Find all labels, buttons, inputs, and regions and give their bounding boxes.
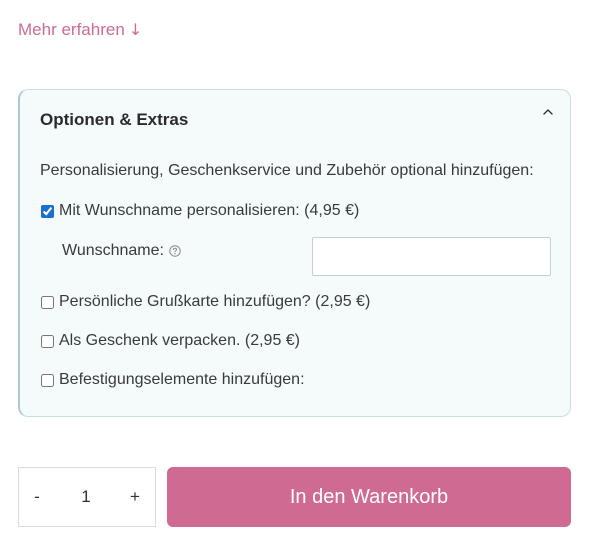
more-info-link[interactable]: Mehr erfahren ↓ bbox=[18, 19, 142, 41]
option-gift-wrap[interactable]: Als Geschenk verpacken. (2,95 €) bbox=[40, 330, 300, 352]
personalize-name-label: Mit Wunschname personalisieren: (4,95 €) bbox=[59, 202, 360, 219]
mounting-elements-label: Befestigungselemente hinzufügen: bbox=[59, 371, 305, 388]
help-circle-icon[interactable] bbox=[169, 245, 181, 257]
options-extras-panel: Optionen & Extras Personalisierung, Gesc… bbox=[18, 89, 571, 417]
gift-wrap-checkbox[interactable] bbox=[41, 334, 54, 348]
wunschname-input[interactable] bbox=[312, 237, 551, 276]
options-panel-header[interactable]: Optionen & Extras bbox=[20, 90, 570, 148]
option-personalize-name[interactable]: Mit Wunschname personalisieren: (4,95 €) bbox=[40, 200, 359, 222]
gift-wrap-label: Als Geschenk verpacken. (2,95 €) bbox=[59, 332, 301, 349]
add-to-cart-button[interactable]: In den Warenkorb bbox=[167, 467, 571, 527]
quantity-increase-button[interactable]: + bbox=[117, 468, 153, 526]
greeting-card-label: Persönliche Grußkarte hinzufügen? (2,95 … bbox=[59, 293, 371, 310]
wunschname-field-label: Wunschname: bbox=[62, 240, 181, 262]
option-greeting-card[interactable]: Persönliche Grußkarte hinzufügen? (2,95 … bbox=[40, 291, 370, 313]
option-mounting-elements[interactable]: Befestigungselemente hinzufügen: bbox=[40, 369, 305, 391]
quantity-stepper: - + bbox=[18, 467, 156, 527]
chevron-up-icon[interactable] bbox=[540, 104, 556, 120]
quantity-decrease-button[interactable]: - bbox=[19, 468, 55, 526]
greeting-card-checkbox[interactable] bbox=[41, 295, 54, 309]
more-info-label: Mehr erfahren bbox=[18, 20, 125, 39]
personalize-name-checkbox[interactable] bbox=[41, 204, 54, 218]
mounting-elements-checkbox[interactable] bbox=[41, 373, 54, 387]
options-panel-title: Optionen & Extras bbox=[40, 110, 189, 129]
options-intro-text: Personalisierung, Geschenkservice und Zu… bbox=[40, 162, 534, 179]
arrow-down-icon: ↓ bbox=[128, 20, 143, 39]
quantity-input[interactable] bbox=[55, 468, 117, 526]
wunschname-label: Wunschname: bbox=[62, 242, 164, 259]
